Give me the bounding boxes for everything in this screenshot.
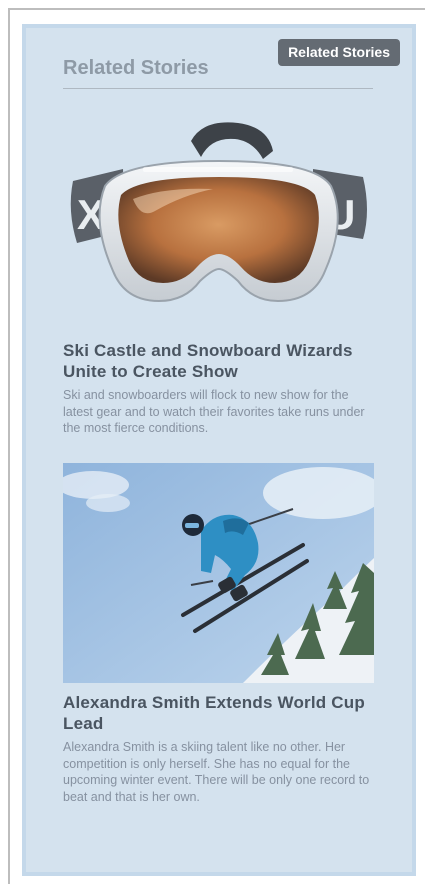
story-description: Ski and snowboarders will flock to new s… <box>63 388 365 435</box>
heading-divider <box>63 88 373 89</box>
skier-jump-image[interactable] <box>63 463 374 683</box>
story-title[interactable]: Alexandra Smith Extends World Cup Lead <box>63 692 374 734</box>
story-card-alexandra-smith[interactable]: Alexandra Smith Extends World Cup Lead A… <box>63 463 374 805</box>
story-description: Alexandra Smith is a skiing talent like … <box>63 740 370 804</box>
story-card-ski-castle[interactable]: X U Ski Castle and Snowboard Wizards Uni… <box>63 111 374 437</box>
ski-goggles-image[interactable]: X U <box>63 111 374 331</box>
related-stories-widget: Related Stories Related Stories X U Ski … <box>22 24 416 876</box>
related-stories-tab[interactable]: Related Stories <box>278 39 400 66</box>
story-title[interactable]: Ski Castle and Snowboard Wizards Unite t… <box>63 340 374 382</box>
widget-heading: Related Stories <box>63 57 209 79</box>
